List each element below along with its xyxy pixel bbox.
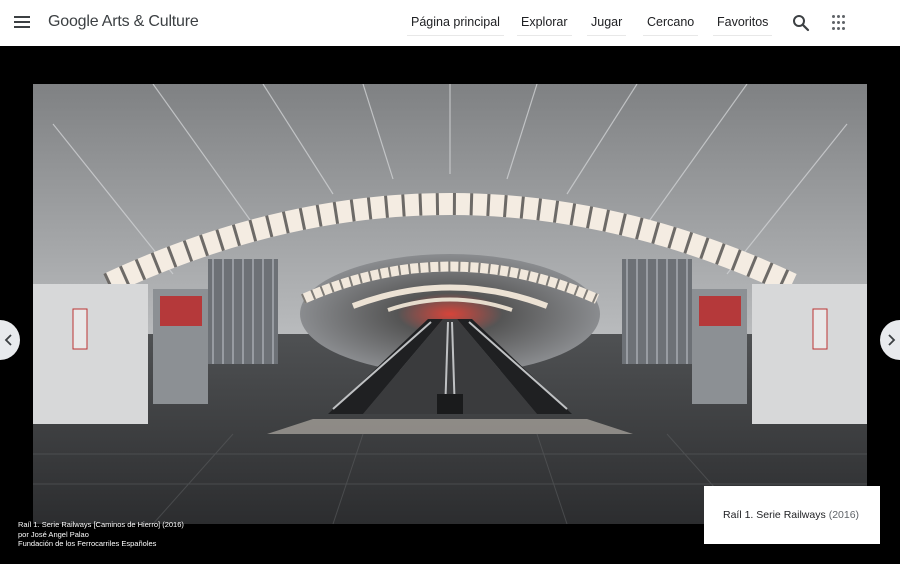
site-logo[interactable]: Google Arts & Culture — [48, 13, 199, 31]
nav-play[interactable]: Jugar — [586, 15, 627, 36]
artwork-credit: Raíl 1. Serie Railways [Caminos de Hierr… — [18, 520, 184, 549]
artwork-caption-card[interactable]: Raíl 1. Serie Railways (2016) — [704, 486, 880, 544]
chevron-left-icon — [4, 334, 12, 346]
chevron-right-icon — [888, 334, 896, 346]
credit-title: Raíl 1. Serie Railways [Caminos de Hierr… — [18, 520, 184, 529]
apps-grid-icon[interactable] — [832, 15, 848, 31]
caption-title: Raíl 1. Serie Railways — [723, 509, 826, 521]
credit-institution: Fundación de los Ferrocarriles Españoles — [18, 539, 157, 548]
nav-favorites[interactable]: Favoritos — [712, 15, 773, 36]
nav-home[interactable]: Página principal — [407, 15, 504, 36]
credit-artist: por José Angel Palao — [18, 529, 89, 539]
previous-button[interactable] — [0, 320, 20, 360]
nav-explore[interactable]: Explorar — [517, 15, 572, 36]
top-bar: Google Arts & Culture Página principal E… — [0, 0, 900, 46]
logo-suffix: Arts & Culture — [101, 13, 199, 30]
next-button[interactable] — [880, 320, 900, 360]
logo-google: Google — [48, 13, 99, 30]
search-icon[interactable] — [792, 14, 810, 32]
nav-nearby[interactable]: Cercano — [642, 15, 699, 36]
hamburger-menu-icon[interactable] — [14, 14, 32, 32]
caption-year: (2016) — [828, 509, 860, 521]
artwork-image[interactable] — [33, 84, 867, 524]
